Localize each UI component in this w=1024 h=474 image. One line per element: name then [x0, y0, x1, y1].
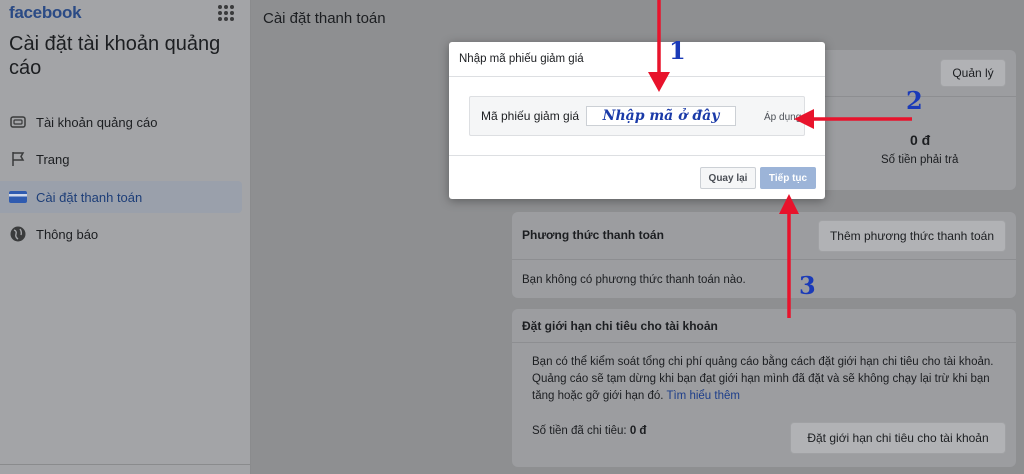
arrow-2-head [794, 109, 814, 129]
step-1-label: 1 [669, 36, 686, 65]
step-2-label: 2 [906, 86, 923, 115]
arrow-3-head [779, 194, 799, 214]
annotation-arrows [648, 0, 912, 318]
step-3-label: 3 [799, 271, 816, 300]
arrow-1-head [648, 72, 670, 92]
